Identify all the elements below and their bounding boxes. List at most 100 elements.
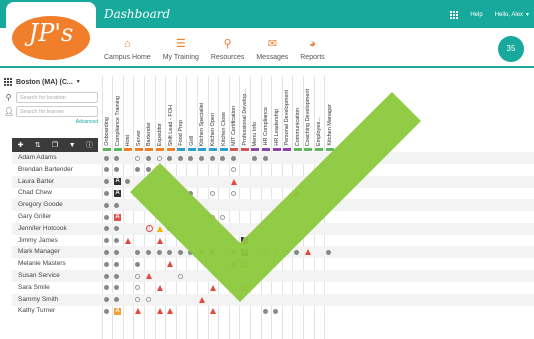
table-row[interactable]: Brendan Bartender [12, 164, 534, 176]
status-complete-dot[interactable] [114, 202, 120, 208]
warning-triangle-icon[interactable] [230, 178, 237, 185]
column-header[interactable]: MIT Certification [230, 76, 238, 148]
location-select[interactable]: Boston (MA) (C... ▼ [4, 76, 98, 88]
table-row[interactable]: Kathy Turner A [12, 305, 534, 317]
status-open-dot[interactable] [209, 214, 215, 220]
blocked-icon[interactable]: ! [145, 225, 153, 233]
status-complete-dot[interactable] [188, 190, 194, 196]
column-header[interactable]: Server [135, 76, 143, 148]
table-row[interactable]: Sara Smile A [12, 282, 534, 294]
column-header[interactable]: Kitchen Manager [326, 76, 334, 148]
learner-name[interactable]: Jimmy James [18, 237, 58, 244]
status-complete-dot[interactable] [114, 226, 120, 232]
warning-triangle-icon[interactable] [304, 249, 311, 256]
status-complete-dot[interactable] [114, 297, 120, 303]
table-row[interactable]: Gregory Goode [12, 199, 534, 212]
learner-name[interactable]: Sara Smile [18, 284, 50, 291]
table-row[interactable]: Chad Chew A [12, 187, 534, 199]
learner-name[interactable]: Gary Griller [18, 213, 51, 220]
column-header[interactable]: Employee... [315, 76, 323, 148]
help-link[interactable]: Help [470, 12, 482, 18]
user-menu[interactable]: Hello, Alex ▼ [495, 12, 530, 18]
table-row[interactable]: Sammy Smith [12, 293, 534, 306]
status-complete-dot[interactable] [114, 249, 120, 255]
status-complete-dot[interactable] [209, 249, 215, 255]
learner-name[interactable]: Adam Adams [18, 154, 57, 161]
column-header[interactable]: Personal Development [283, 76, 291, 148]
status-open-dot[interactable] [262, 249, 268, 255]
status-complete-dot[interactable] [103, 179, 109, 185]
status-complete-dot[interactable] [114, 155, 120, 161]
table-row[interactable]: Gary Griller A [12, 211, 534, 223]
status-complete-dot[interactable] [103, 190, 109, 196]
column-header[interactable]: Communication [294, 76, 302, 148]
column-header[interactable]: HR Leadership [273, 76, 281, 148]
learner-name[interactable]: Laura Barter [18, 178, 54, 185]
warning-triangle-icon[interactable] [167, 308, 174, 315]
warning-triangle-icon[interactable] [156, 284, 163, 291]
column-header[interactable]: Bartender [145, 76, 153, 148]
status-open-dot[interactable] [283, 249, 289, 255]
status-complete-dot[interactable] [262, 308, 268, 314]
status-complete-dot[interactable] [230, 261, 236, 267]
caution-triangle-icon[interactable] [156, 225, 163, 232]
status-open-dot[interactable] [209, 190, 215, 196]
status-open-dot[interactable] [156, 155, 162, 161]
status-badge[interactable]: A [241, 248, 249, 256]
status-complete-dot[interactable] [177, 155, 183, 161]
status-complete-dot[interactable] [251, 155, 257, 161]
status-complete-dot[interactable] [230, 155, 236, 161]
column-header[interactable]: Kitchen Specialist [198, 76, 206, 148]
status-complete-dot[interactable] [294, 249, 300, 255]
status-complete-dot[interactable] [103, 238, 109, 244]
status-open-dot[interactable] [135, 155, 141, 161]
status-complete-dot[interactable] [135, 261, 141, 267]
column-header[interactable]: Menu Info [251, 76, 259, 148]
learner-name[interactable]: Brendan Bartender [18, 166, 73, 173]
status-complete-dot[interactable] [103, 249, 109, 255]
status-complete-dot[interactable] [167, 226, 173, 232]
table-row[interactable]: Jennifer Hotcook! [12, 222, 534, 235]
status-complete-dot[interactable] [273, 308, 279, 314]
status-complete-dot[interactable] [114, 238, 120, 244]
column-header[interactable]: Grill [188, 76, 196, 148]
status-complete-dot[interactable] [114, 285, 120, 291]
column-header[interactable]: Shift Lead - FOH [167, 76, 175, 148]
status-complete-dot[interactable] [103, 214, 109, 220]
table-row[interactable]: Adam Adams [12, 152, 534, 164]
status-complete-dot[interactable] [177, 249, 183, 255]
learner-name[interactable]: Mark Manager [18, 248, 60, 255]
status-complete-dot[interactable] [103, 202, 109, 208]
status-complete-dot[interactable] [103, 297, 109, 303]
status-open-dot[interactable] [135, 297, 141, 303]
filter-icon[interactable]: ▼ [66, 142, 78, 149]
status-complete-dot[interactable] [145, 167, 151, 173]
status-badge[interactable]: A [114, 189, 122, 197]
status-complete-dot[interactable] [114, 261, 120, 267]
learner-search-input[interactable]: Search for learner [16, 106, 98, 117]
status-complete-dot[interactable] [145, 249, 151, 255]
learner-name[interactable]: Melanie Masters [18, 260, 66, 267]
warning-triangle-icon[interactable] [209, 308, 216, 315]
warning-triangle-icon[interactable] [124, 237, 131, 244]
table-row[interactable]: Laura Barter A [12, 175, 534, 188]
warning-triangle-icon[interactable] [294, 190, 301, 197]
nav-campus-home[interactable]: ⌂ Campus Home [104, 32, 151, 61]
status-complete-dot[interactable] [220, 155, 226, 161]
status-badge[interactable]: A [114, 178, 122, 186]
column-header[interactable]: Professional Develop... [241, 76, 249, 148]
nav-reports[interactable]: ◕ Reports [300, 32, 325, 61]
status-open-dot[interactable] [135, 285, 141, 291]
status-complete-dot[interactable] [326, 249, 332, 255]
learner-name[interactable]: Chad Chew [18, 189, 52, 196]
brand-logo[interactable]: JP's [6, 2, 96, 66]
learner-name[interactable]: Sammy Smith [18, 296, 58, 303]
warning-triangle-icon[interactable] [145, 273, 152, 279]
status-complete-dot[interactable] [145, 155, 151, 161]
status-open-dot[interactable] [230, 167, 236, 173]
status-complete-dot[interactable] [103, 226, 109, 232]
apps-grid-icon[interactable] [450, 11, 459, 19]
table-row[interactable]: Mark Manager A [12, 246, 534, 259]
status-open-dot[interactable] [230, 190, 236, 196]
status-complete-dot[interactable] [167, 155, 173, 161]
